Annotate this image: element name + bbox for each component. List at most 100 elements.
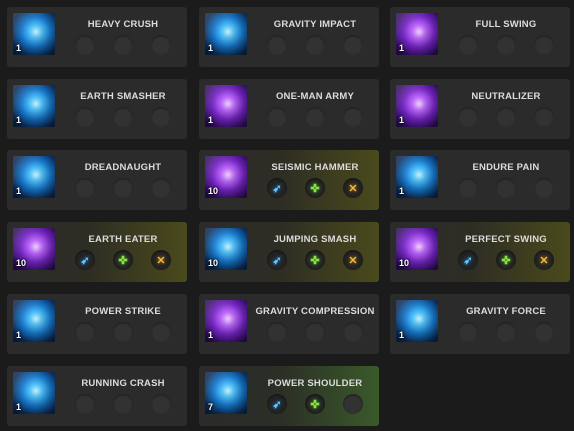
- skill-card[interactable]: 1 POWER STRIKE: [7, 294, 187, 354]
- tripod-glyph-icon: ➶: [80, 254, 90, 267]
- skill-icon[interactable]: 1: [205, 13, 247, 55]
- skill-name: HEAVY CRUSH: [87, 19, 159, 30]
- skill-icon[interactable]: 1: [396, 85, 438, 127]
- skill-name: EARTH SMASHER: [80, 91, 166, 102]
- tripod-green-icon[interactable]: ✜: [305, 394, 325, 414]
- tripod-empty-slot[interactable]: [75, 322, 95, 342]
- skill-card[interactable]: 10 SEISMIC HAMMER ➶ ✜ ✕: [199, 150, 379, 210]
- tripod-green-icon[interactable]: ✜: [305, 250, 325, 270]
- skill-card[interactable]: 10 PERFECT SWING ➶ ✜ ✕: [390, 222, 570, 282]
- skill-level: 1: [399, 115, 405, 125]
- tripod-empty-slot[interactable]: [113, 35, 133, 55]
- skill-icon[interactable]: 1: [205, 85, 247, 127]
- tripod-slots: ➶ ✜ ✕: [267, 178, 363, 198]
- tripod-empty-slot[interactable]: [534, 322, 554, 342]
- tripod-green-icon[interactable]: ✜: [113, 250, 133, 270]
- skill-card[interactable]: 1 ONE-MAN ARMY: [199, 79, 379, 139]
- tripod-empty-slot[interactable]: [151, 178, 171, 198]
- tripod-blue-icon[interactable]: ➶: [75, 250, 95, 270]
- tripod-gold-icon[interactable]: ✕: [343, 250, 363, 270]
- tripod-empty-slot[interactable]: [151, 107, 171, 127]
- tripod-green-icon[interactable]: ✜: [496, 250, 516, 270]
- tripod-empty-slot[interactable]: [343, 107, 363, 127]
- skill-icon[interactable]: 10: [13, 228, 55, 270]
- skill-card[interactable]: 1 HEAVY CRUSH: [7, 7, 187, 67]
- tripod-empty-slot[interactable]: [305, 322, 325, 342]
- tripod-empty-slot[interactable]: [496, 107, 516, 127]
- tripod-empty-slot[interactable]: [75, 35, 95, 55]
- tripod-slots: [75, 107, 171, 127]
- tripod-empty-slot[interactable]: [458, 178, 478, 198]
- tripod-glyph-icon: ✜: [501, 254, 511, 267]
- skill-card[interactable]: 1 GRAVITY COMPRESSION: [199, 294, 379, 354]
- skill-icon[interactable]: 1: [13, 372, 55, 414]
- tripod-empty-slot[interactable]: [151, 35, 171, 55]
- skill-card[interactable]: 10 EARTH EATER ➶ ✜ ✕: [7, 222, 187, 282]
- tripod-blue-icon[interactable]: ➶: [267, 394, 287, 414]
- tripod-glyph-icon: ➶: [272, 182, 282, 195]
- tripod-blue-icon[interactable]: ➶: [458, 250, 478, 270]
- tripod-empty-slot[interactable]: [534, 107, 554, 127]
- tripod-empty-slot[interactable]: [305, 107, 325, 127]
- skill-icon[interactable]: 1: [13, 156, 55, 198]
- skill-icon[interactable]: 1: [396, 300, 438, 342]
- skill-level: 10: [399, 258, 410, 268]
- tripod-glyph-icon: ✕: [348, 182, 358, 195]
- skill-card[interactable]: 1 GRAVITY FORCE: [390, 294, 570, 354]
- tripod-empty-slot[interactable]: [113, 107, 133, 127]
- tripod-blue-icon[interactable]: ➶: [267, 178, 287, 198]
- skill-level: 1: [16, 43, 22, 53]
- tripod-empty-slot[interactable]: [75, 394, 95, 414]
- tripod-empty-slot[interactable]: [458, 322, 478, 342]
- tripod-empty-slot[interactable]: [343, 35, 363, 55]
- skill-card[interactable]: 7 POWER SHOULDER ➶ ✜: [199, 366, 379, 426]
- skill-icon[interactable]: 10: [396, 228, 438, 270]
- skill-icon[interactable]: 1: [13, 13, 55, 55]
- skill-card[interactable]: 1 NEUTRALIZER: [390, 79, 570, 139]
- tripod-empty-slot[interactable]: [113, 394, 133, 414]
- skill-card[interactable]: 1 ENDURE PAIN: [390, 150, 570, 210]
- tripod-blue-icon[interactable]: ➶: [267, 250, 287, 270]
- tripod-empty-slot[interactable]: [267, 107, 287, 127]
- skill-name: POWER STRIKE: [85, 306, 161, 317]
- tripod-slots: [75, 322, 171, 342]
- tripod-empty-slot[interactable]: [151, 322, 171, 342]
- tripod-empty-slot[interactable]: [113, 178, 133, 198]
- tripod-empty-slot[interactable]: [267, 322, 287, 342]
- skill-name: SEISMIC HAMMER: [271, 162, 359, 173]
- skill-icon[interactable]: 7: [205, 372, 247, 414]
- tripod-gold-icon[interactable]: ✕: [151, 250, 171, 270]
- skill-card[interactable]: 1 FULL SWING: [390, 7, 570, 67]
- tripod-empty-slot[interactable]: [496, 322, 516, 342]
- skill-card[interactable]: 10 JUMPING SMASH ➶ ✜ ✕: [199, 222, 379, 282]
- tripod-empty-slot[interactable]: [534, 35, 554, 55]
- tripod-gold-icon[interactable]: ✕: [534, 250, 554, 270]
- tripod-empty-slot[interactable]: [458, 107, 478, 127]
- tripod-empty-slot[interactable]: [343, 394, 363, 414]
- skill-level: 7: [208, 402, 214, 412]
- skill-icon[interactable]: 1: [396, 13, 438, 55]
- tripod-empty-slot[interactable]: [534, 178, 554, 198]
- tripod-empty-slot[interactable]: [496, 35, 516, 55]
- skill-icon[interactable]: 1: [396, 156, 438, 198]
- tripod-empty-slot[interactable]: [75, 107, 95, 127]
- tripod-empty-slot[interactable]: [267, 35, 287, 55]
- skill-card[interactable]: 1 EARTH SMASHER: [7, 79, 187, 139]
- tripod-empty-slot[interactable]: [151, 394, 171, 414]
- skill-icon[interactable]: 1: [13, 85, 55, 127]
- skill-icon[interactable]: 1: [13, 300, 55, 342]
- tripod-empty-slot[interactable]: [458, 35, 478, 55]
- skill-card[interactable]: 1 GRAVITY IMPACT: [199, 7, 379, 67]
- skill-card[interactable]: 1 RUNNING CRASH: [7, 366, 187, 426]
- tripod-gold-icon[interactable]: ✕: [343, 178, 363, 198]
- skill-card[interactable]: 1 DREADNAUGHT: [7, 150, 187, 210]
- tripod-empty-slot[interactable]: [343, 322, 363, 342]
- tripod-green-icon[interactable]: ✜: [305, 178, 325, 198]
- tripod-empty-slot[interactable]: [113, 322, 133, 342]
- skill-icon[interactable]: 10: [205, 228, 247, 270]
- skill-icon[interactable]: 1: [205, 300, 247, 342]
- skill-icon[interactable]: 10: [205, 156, 247, 198]
- tripod-empty-slot[interactable]: [496, 178, 516, 198]
- tripod-empty-slot[interactable]: [305, 35, 325, 55]
- tripod-empty-slot[interactable]: [75, 178, 95, 198]
